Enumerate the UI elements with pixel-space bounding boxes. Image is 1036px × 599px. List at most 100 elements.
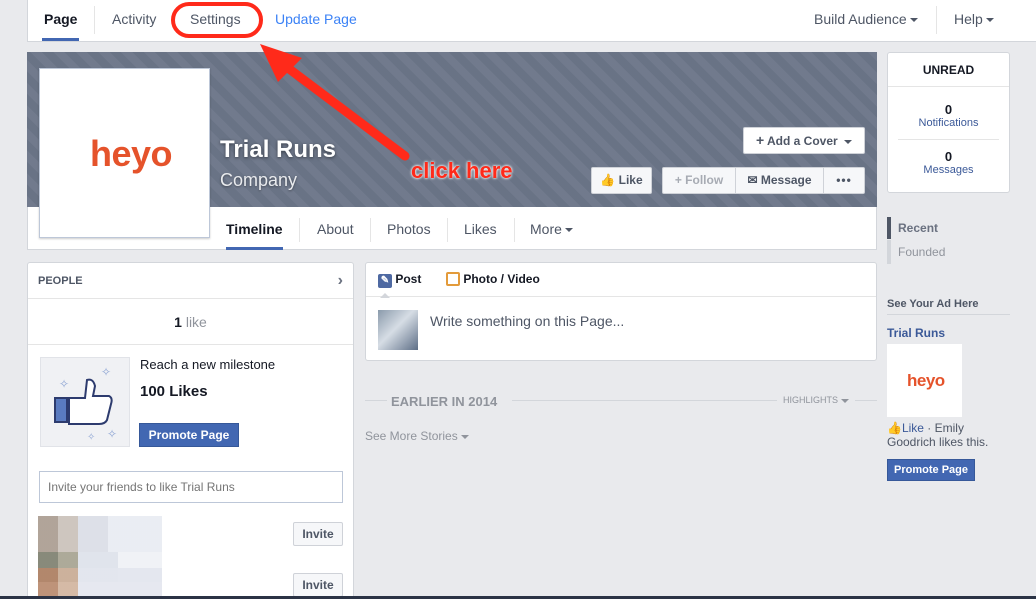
plus-icon: + [755,132,765,148]
see-more-stories-link[interactable]: See More Stories [365,429,469,443]
milestone-image: ✧ ✧ ✧ ✧ [40,357,130,447]
timeline-recent-link[interactable]: Recent [898,221,938,235]
more-options-button[interactable]: ••• [823,167,865,194]
divider [512,400,777,401]
likes-label: like [185,314,207,330]
follow-button[interactable]: + Follow [662,167,736,194]
invite-button[interactable]: Invite [293,522,343,546]
recent-indicator [887,217,891,239]
composer: ✎ Post Photo / Video Write something on … [365,262,877,361]
thumbs-up-sparkle-icon: ✧ ✧ ✧ ✧ [54,365,117,443]
people-title: PEOPLE [38,275,83,287]
ad-header: See Your Ad Here [887,298,979,310]
tab-activity[interactable]: Activity [112,0,156,41]
avatar [378,310,418,350]
click-here-label: click here [411,158,513,183]
divider [887,314,1010,315]
tab-photos[interactable]: Photos [387,208,431,250]
composer-post-label: Post [395,272,422,286]
people-panel: PEOPLE › 1 like ✧ ✧ ✧ ✧ Reach a new mile… [27,262,354,599]
promote-page-button[interactable]: Promote Page [139,423,239,447]
thumbs-up-icon: 👍 [600,173,616,187]
composer-tab-post[interactable]: ✎ Post [378,272,421,288]
message-label: Message [760,173,812,187]
divider [94,6,95,34]
heyo-logo: heyo [90,133,173,174]
milestone-value: 100 Likes [140,383,208,400]
people-header[interactable]: PEOPLE › [28,263,353,299]
founded-indicator [887,240,891,264]
ad-image[interactable]: heyo [887,344,962,417]
plus-icon: + [674,173,682,187]
help-label: Help [954,11,983,27]
ad-social-text: 👍Like · Emily Goodrich likes this. [887,421,1007,449]
chevron-down-icon [460,434,469,439]
chevron-right-icon: › [337,272,343,289]
composer-photo-label: Photo / Video [463,272,540,286]
svg-text:✧: ✧ [101,365,111,379]
svg-text:✧: ✧ [59,377,69,391]
tab-page[interactable]: Page [42,0,80,41]
divider [365,400,387,401]
message-icon: ✉ [747,173,758,187]
chevron-down-icon [985,18,994,23]
ad-like-link[interactable]: Like [902,421,924,435]
active-tab-pointer [380,293,390,298]
see-more-label: See More Stories [365,429,458,443]
divider [299,218,300,242]
unread-box: UNREAD 0 Notifications 0 Messages [887,52,1010,193]
composer-tabs: ✎ Post Photo / Video [366,263,876,298]
divider [370,218,371,242]
likes-count: 1 [174,314,182,330]
like-label: Like [618,173,643,187]
chevron-down-icon [841,398,850,403]
add-cover-label: Add a Cover [767,134,838,148]
notifications-count: 0 [944,102,953,117]
follow-label: Follow [685,173,724,187]
friend-avatar-blurred [38,516,162,552]
thumbs-up-icon: 👍 [887,421,902,435]
arrow-annotation-icon [260,44,410,161]
chevron-down-icon [844,139,853,144]
messages-count: 0 [944,149,953,164]
like-page-button[interactable]: 👍 Like [591,167,652,194]
divider [855,400,877,401]
notifications-link[interactable]: Notifications [888,117,1009,129]
ad-promote-button[interactable]: Promote Page [887,459,975,481]
pencil-icon: ✎ [378,274,392,288]
tab-more[interactable]: More [530,208,573,250]
composer-input[interactable]: Write something on this Page... [430,313,624,329]
composer-tab-photo-video[interactable]: Photo / Video [446,272,540,286]
invite-friends-input[interactable] [39,471,343,503]
tab-likes[interactable]: Likes [464,208,497,250]
messages-link[interactable]: Messages [888,164,1009,176]
unread-title: UNREAD [888,53,1009,87]
ad-page-link[interactable]: Trial Runs [887,326,945,340]
tab-timeline[interactable]: Timeline [226,208,283,250]
add-cover-button[interactable]: + Add a Cover [743,127,865,154]
friend-avatar-blurred [38,568,162,599]
invite-button[interactable]: Invite [293,573,343,597]
message-button[interactable]: ✉ Message [735,167,824,194]
milestone-text: Reach a new milestone [140,357,276,372]
timeline-founded-link[interactable]: Founded [898,245,945,259]
build-audience-menu[interactable]: Build Audience [814,0,918,41]
page-category[interactable]: Company [220,170,297,191]
profile-picture[interactable]: heyo [39,68,210,238]
highlights-label: HIGHLIGHTS [783,395,839,405]
heyo-logo: heyo [907,371,945,390]
likes-summary: 1 like [28,299,353,345]
more-label: More [530,221,562,237]
chevron-down-icon [564,228,573,233]
divider [514,218,515,242]
help-menu[interactable]: Help [954,0,994,41]
photo-icon [446,272,460,286]
highlights-menu[interactable]: HIGHLIGHTS [783,395,850,405]
divider [447,218,448,242]
tab-about[interactable]: About [317,208,354,250]
build-audience-label: Build Audience [814,11,907,27]
svg-text:✧: ✧ [107,427,117,441]
divider [936,6,937,34]
divider [898,139,999,140]
svg-text:✧: ✧ [87,432,95,443]
